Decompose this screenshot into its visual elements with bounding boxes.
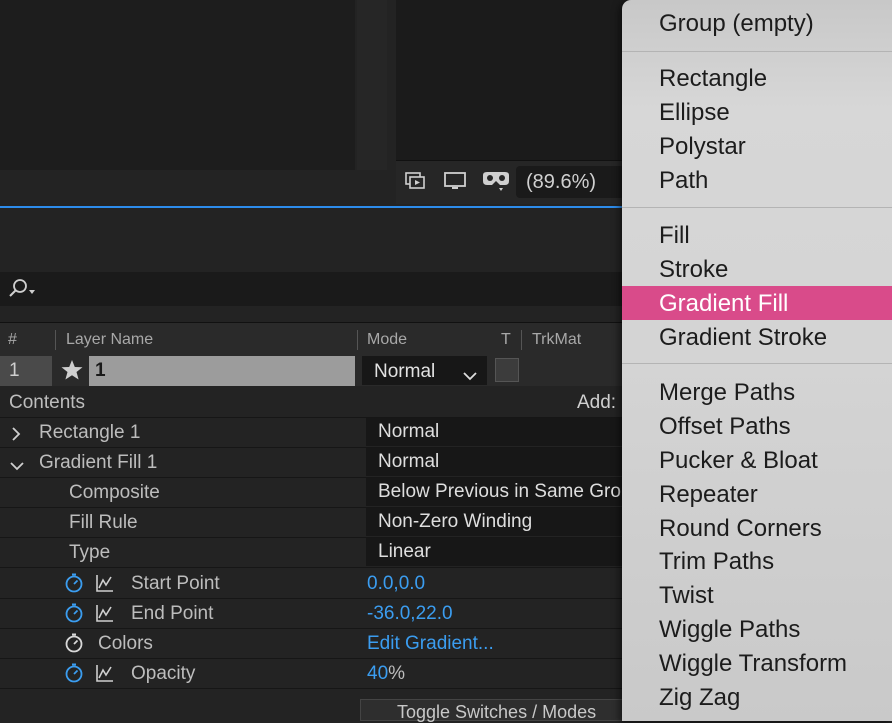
graph-icon[interactable] (96, 604, 114, 622)
property-row-fill-rule: Fill Rule Non-Zero Winding (0, 507, 636, 538)
fill-rule-select[interactable]: Non-Zero Winding (366, 508, 636, 536)
stopwatch-icon[interactable] (64, 663, 84, 683)
stopwatch-icon[interactable] (64, 573, 84, 593)
zoom-dropdown[interactable]: (89.6%) (516, 166, 624, 198)
menu-item-pucker-bloat[interactable]: Pucker & Bloat (622, 443, 892, 477)
contents-label: Contents (9, 392, 86, 413)
property-label: Rectangle 1 (39, 422, 141, 443)
property-row-start-point: Start Point 0.0,0.0 (0, 568, 636, 599)
timeline-header (0, 208, 636, 270)
layer-name-text: 1 (95, 360, 106, 381)
menu-separator (622, 207, 892, 208)
timeline-search-bar[interactable] (0, 272, 636, 306)
column-number: # (8, 331, 17, 348)
menu-item-gradient-stroke[interactable]: Gradient Stroke (622, 320, 892, 354)
edit-gradient-link[interactable]: Edit Gradient... (367, 633, 494, 655)
trkmat-swatch[interactable] (495, 358, 519, 382)
property-label: End Point (131, 603, 214, 624)
property-row-composite: Composite Below Previous in Same Group (0, 477, 636, 508)
toggle-label: Toggle Switches / Modes (397, 702, 597, 722)
graph-icon[interactable] (96, 574, 114, 592)
layer-number: 1 (0, 356, 52, 386)
property-row-type: Type Linear (0, 537, 636, 568)
menu-separator (622, 363, 892, 364)
search-icon[interactable] (8, 278, 38, 305)
monitor-icon[interactable] (442, 170, 468, 192)
chevron-down-icon (463, 365, 477, 387)
menu-item-offset-paths[interactable]: Offset Paths (622, 409, 892, 443)
graph-icon[interactable] (96, 664, 114, 682)
menu-item-zig-zag[interactable]: Zig Zag (622, 680, 892, 714)
timeline-column-header: # Layer Name Mode T TrkMat (0, 322, 636, 356)
layer-number-text: 1 (9, 360, 20, 381)
property-row-gradient-fill[interactable]: Gradient Fill 1 Normal (0, 447, 636, 478)
layer-name[interactable]: 1 (89, 356, 355, 386)
menu-item-merge-paths[interactable]: Merge Paths (622, 375, 892, 409)
opacity-unit: % (388, 663, 406, 684)
opacity-value[interactable]: 40% (367, 663, 405, 685)
menu-item-ellipse[interactable]: Ellipse (622, 95, 892, 129)
stopwatch-icon[interactable] (64, 603, 84, 623)
column-t: T (501, 331, 511, 348)
blend-mode-select[interactable]: Normal (366, 418, 636, 446)
column-layer-name[interactable]: Layer Name (66, 331, 153, 349)
property-label: Colors (98, 633, 153, 654)
menu-item-rectangle[interactable]: Rectangle (622, 61, 892, 95)
add-button[interactable]: Add: (577, 392, 616, 414)
contents-row: Contents Add: (0, 387, 636, 418)
menu-item-repeater[interactable]: Repeater (622, 477, 892, 511)
column-mode[interactable]: Mode (367, 331, 407, 349)
menu-item-fill[interactable]: Fill (622, 218, 892, 252)
property-row-end-point: End Point -36.0,22.0 (0, 598, 636, 629)
panel-scroll-strip[interactable] (357, 0, 387, 170)
chevron-right-icon[interactable] (10, 425, 22, 447)
property-label: Gradient Fill 1 (39, 452, 158, 473)
star-icon (60, 359, 84, 386)
stopwatch-icon[interactable] (64, 633, 84, 653)
property-label: Type (69, 542, 111, 563)
menu-item-round-corners[interactable]: Round Corners (622, 511, 892, 545)
composition-viewer[interactable] (396, 0, 636, 160)
layer-mode-value: Normal (374, 361, 436, 382)
type-select[interactable]: Linear (366, 538, 636, 566)
start-point-value[interactable]: 0.0,0.0 (367, 573, 425, 595)
property-label: Start Point (131, 573, 220, 594)
menu-item-gradient-fill[interactable]: Gradient Fill (622, 286, 892, 320)
menu-separator (622, 51, 892, 52)
property-row-colors: Colors Edit Gradient... (0, 628, 636, 659)
toggle-switches-modes-button[interactable]: Toggle Switches / Modes (360, 699, 636, 722)
preview-icon[interactable] (404, 170, 430, 192)
menu-item-wiggle-transform[interactable]: Wiggle Transform (622, 646, 892, 680)
project-panel-content (0, 0, 355, 170)
menu-item-path[interactable]: Path (622, 163, 892, 197)
property-label: Opacity (131, 663, 196, 684)
layer-mode-select[interactable]: Normal (362, 356, 487, 385)
end-point-value[interactable]: -36.0,22.0 (367, 603, 453, 625)
property-label: Composite (69, 482, 160, 503)
menu-item-wiggle-paths[interactable]: Wiggle Paths (622, 612, 892, 646)
menu-item-group[interactable]: Group (empty) (622, 6, 892, 40)
zoom-value: (89.6%) (526, 170, 597, 193)
chevron-down-icon[interactable] (10, 456, 24, 478)
composite-select[interactable]: Below Previous in Same Group (366, 478, 636, 506)
vr-goggles-icon[interactable] (480, 170, 512, 192)
menu-item-twist[interactable]: Twist (622, 578, 892, 612)
property-label: Fill Rule (69, 512, 138, 533)
column-trkmat[interactable]: TrkMat (532, 331, 581, 349)
property-row-rectangle[interactable]: Rectangle 1 Normal (0, 417, 636, 448)
opacity-number: 40 (367, 663, 389, 684)
menu-item-polystar[interactable]: Polystar (622, 129, 892, 163)
blend-mode-select[interactable]: Normal (366, 448, 636, 476)
menu-item-trim-paths[interactable]: Trim Paths (622, 544, 892, 578)
menu-item-stroke[interactable]: Stroke (622, 252, 892, 286)
property-row-opacity: Opacity 40% (0, 658, 636, 689)
